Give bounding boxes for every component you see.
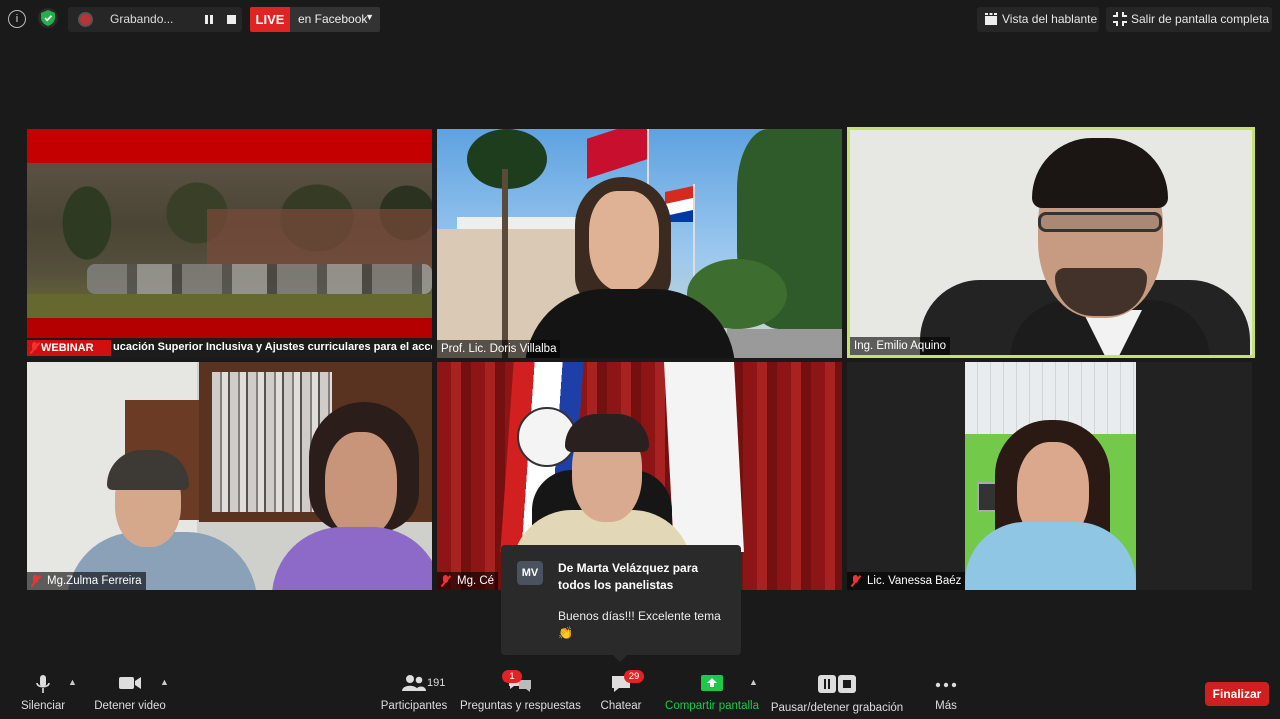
- stream-target-dropdown[interactable]: en Facebook ▼: [290, 7, 380, 32]
- more-dots-icon: [935, 682, 957, 688]
- mic-muted-icon: [441, 575, 451, 587]
- chat-label: Chatear: [600, 700, 642, 712]
- speaker-view-label: Vista del hablante: [1002, 12, 1098, 26]
- chat-button[interactable]: 29 Chatear: [598, 670, 644, 716]
- participant-name-tag: Lic. Vanessa Baéz: [847, 572, 966, 590]
- exit-fullscreen-button[interactable]: Salir de pantalla completa: [1106, 7, 1272, 32]
- chevron-up-icon[interactable]: ▲: [160, 677, 170, 687]
- qa-badge: 1: [502, 670, 522, 683]
- stop-video-button[interactable]: Detener video: [92, 672, 168, 716]
- shield-check-icon[interactable]: [38, 8, 58, 28]
- chat-notification-popup[interactable]: MV De Marta Velázquez para todos los pan…: [501, 545, 741, 662]
- share-screen-label: Compartir pantalla: [665, 700, 759, 712]
- mic-muted-icon: [851, 575, 861, 587]
- end-webinar-button[interactable]: Finalizar: [1205, 682, 1269, 706]
- mic-muted-icon: [30, 342, 40, 354]
- speaker-view-icon: [985, 13, 997, 25]
- live-badge: LIVE: [250, 7, 290, 32]
- qa-label: Preguntas y respuestas: [460, 700, 581, 712]
- recording-indicator: Grabando...: [68, 7, 242, 32]
- participant-name-tag: Mg. Cé: [437, 572, 499, 590]
- recording-dot-icon: [80, 14, 91, 25]
- webinar-badge: WEBINAR: [27, 340, 111, 356]
- pause-stop-icon: [818, 675, 856, 693]
- video-tile-emilio-aquino[interactable]: Ing. Emilio Aquino: [847, 127, 1255, 358]
- chat-sender: De Marta Velázquez para todos los paneli…: [558, 561, 699, 592]
- participants-count: 191: [427, 677, 446, 689]
- pause-stop-recording-label: Pausar/detener grabación: [770, 702, 904, 714]
- share-screen-button[interactable]: Compartir pantalla: [664, 672, 760, 716]
- exit-fullscreen-label: Salir de pantalla completa: [1131, 12, 1270, 26]
- pause-recording-icon[interactable]: [204, 15, 214, 25]
- more-button[interactable]: Más: [926, 672, 966, 716]
- participants-button[interactable]: 191 Participantes: [380, 672, 448, 716]
- qa-button[interactable]: 1 Preguntas y respuestas: [460, 670, 581, 716]
- pause-stop-recording-button[interactable]: Pausar/detener grabación: [770, 672, 904, 716]
- chat-message: Buenos días!!! Excelente tema👏: [558, 609, 721, 640]
- microphone-icon: [36, 675, 50, 693]
- more-label: Más: [935, 700, 957, 712]
- avatar: MV: [517, 561, 543, 585]
- stream-target-label: en Facebook: [298, 12, 368, 26]
- chevron-up-icon[interactable]: ▲: [68, 677, 78, 687]
- mute-button[interactable]: Silenciar: [14, 672, 72, 716]
- chevron-down-icon: ▼: [365, 12, 374, 22]
- video-tile-vanessa-baez[interactable]: Lic. Vanessa Baéz: [847, 362, 1252, 590]
- mic-muted-icon: [31, 575, 41, 587]
- stop-video-label: Detener video: [94, 700, 166, 712]
- video-tile-webinar[interactable]: WEBINAR ucación Superior Inclusiva y Aju…: [27, 129, 432, 358]
- stop-recording-icon[interactable]: [227, 15, 236, 24]
- video-tile-doris-villalba[interactable]: Prof. Lic. Doris Villalba: [437, 129, 842, 358]
- ticker-text: ucación Superior Inclusiva y Ajustes cur…: [113, 341, 432, 353]
- speaker-view-button[interactable]: Vista del hablante: [977, 7, 1099, 32]
- participant-name-tag: Prof. Lic. Doris Villalba: [437, 340, 561, 358]
- participant-name-tag: Mg.Zulma Ferreira: [27, 572, 146, 590]
- exit-fullscreen-icon: [1113, 12, 1127, 26]
- webinar-ticker: WEBINAR ucación Superior Inclusiva y Aju…: [27, 338, 432, 358]
- video-camera-icon: [119, 677, 141, 689]
- video-tile-zulma-ferreira[interactable]: Mg.Zulma Ferreira: [27, 362, 432, 590]
- info-icon[interactable]: i: [8, 10, 26, 28]
- mute-label: Silenciar: [20, 700, 66, 712]
- participant-name-tag: Ing. Emilio Aquino: [850, 337, 951, 355]
- chevron-up-icon[interactable]: ▲: [749, 677, 759, 687]
- share-screen-icon: [701, 675, 723, 691]
- participants-label: Participantes: [380, 700, 448, 712]
- participants-icon: [402, 675, 426, 691]
- recording-label: Grabando...: [110, 12, 174, 26]
- chat-badge: 29: [624, 670, 644, 683]
